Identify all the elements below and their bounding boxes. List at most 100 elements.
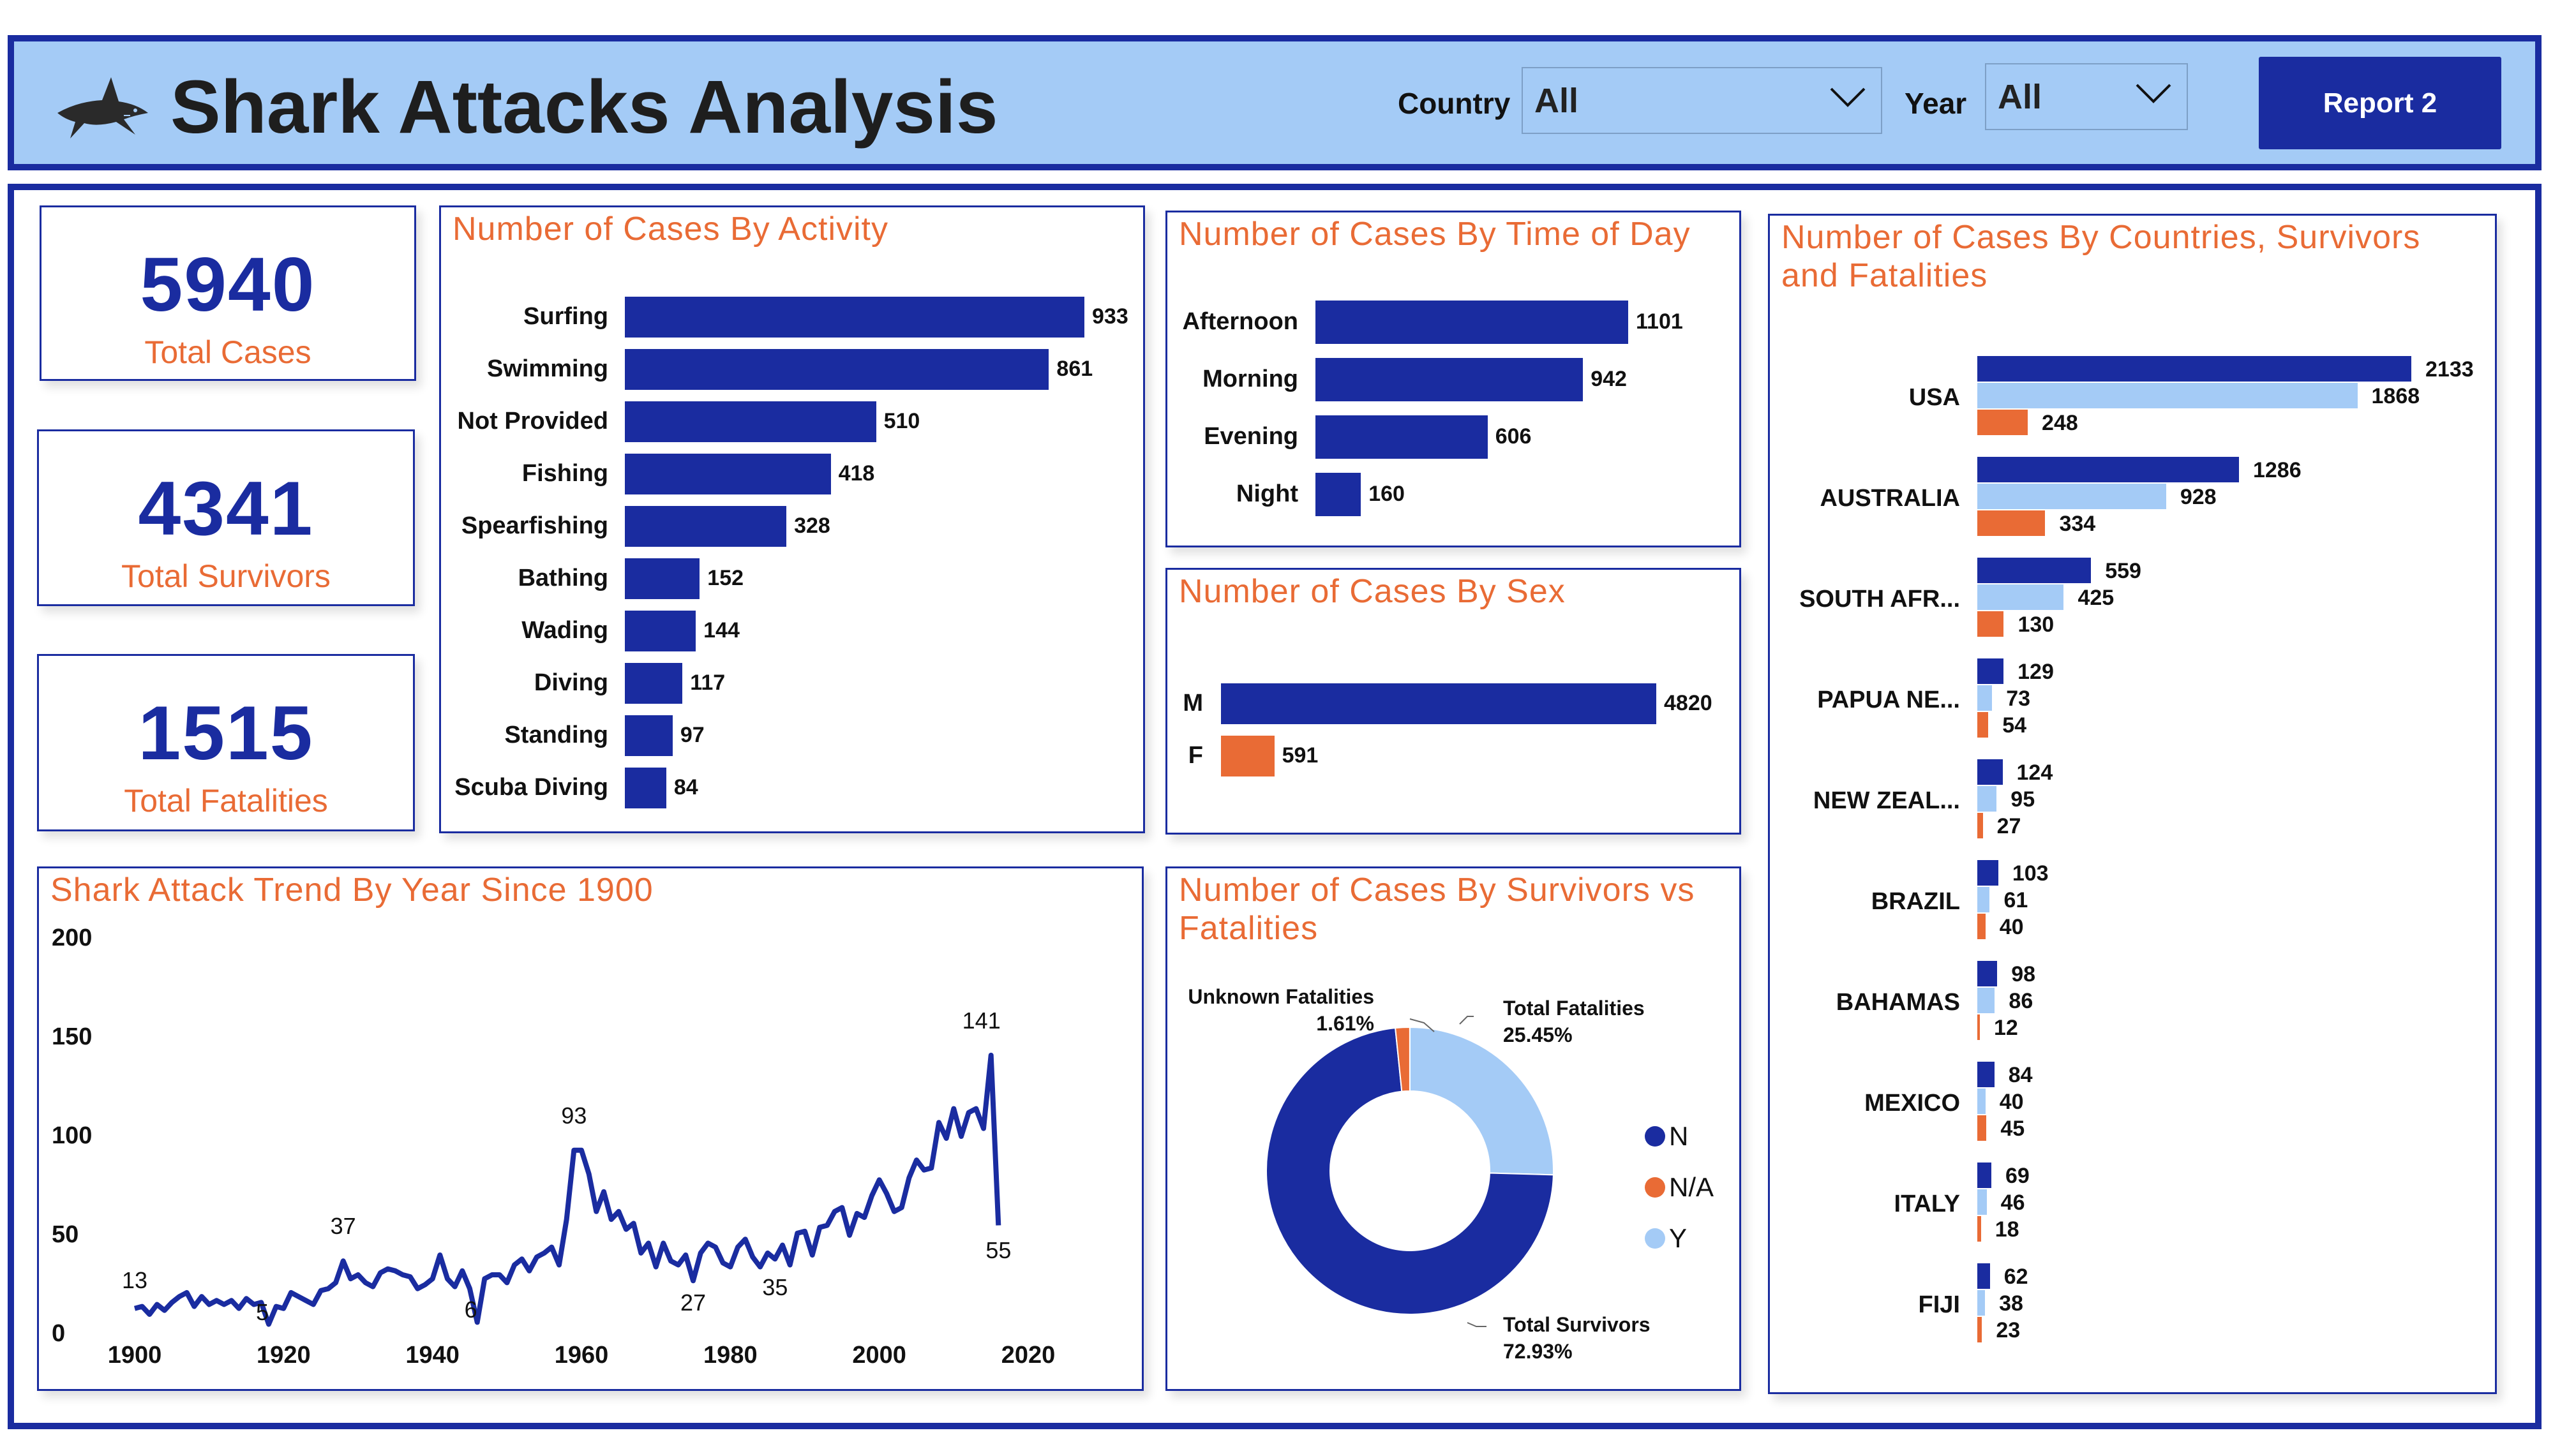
category-label: Evening [1204,423,1298,450]
data-label: 933 [1092,304,1128,329]
legend-item: N [1645,1121,1688,1152]
bar [1977,1014,1980,1040]
leader-line [1467,1322,1486,1327]
bar [1977,383,2358,408]
bar [1977,786,1997,812]
data-label: 861 [1056,357,1093,381]
bar [625,611,696,651]
slice-percent: 1.61% [1316,1012,1374,1035]
bar [1977,914,1986,939]
series-line [133,1052,1001,1327]
data-label: 40 [1999,1090,2024,1114]
kpi-value: 1515 [138,690,314,776]
data-label: 152 [707,566,744,590]
year-dropdown[interactable]: All [1985,63,2188,130]
slice-label: Unknown Fatalities 1.61% [1176,983,1374,1037]
data-label: 160 [1368,482,1405,506]
category-label: Bathing [518,565,608,591]
bar [1315,301,1628,344]
header-bar: Shark Attacks Analysis Country All Year … [8,35,2542,170]
data-label: 73 [2006,687,2031,711]
category-label: Surfing [523,303,608,330]
slice-label: Total Fatalities 25.45% [1503,995,1645,1048]
country-label: SOUTH AFR... [1799,586,1960,613]
data-label: 2133 [2425,357,2474,382]
bar [1977,410,2028,435]
country-label: AUSTRALIA [1820,485,1960,512]
slice-percent: 25.45% [1503,1023,1573,1046]
bar [1977,1216,1981,1242]
bar [625,558,700,599]
kpi-total-fatalities: 1515 Total Fatalities [37,654,415,831]
sex-chart-panel: Number of Cases By Sex M 4820 F 591 [1165,568,1741,835]
data-label: 98 [2011,962,2036,986]
country-label: BRAZIL [1871,888,1960,915]
report-2-button[interactable]: Report 2 [2259,57,2501,149]
donut-slice [1409,1026,1554,1176]
y-tick-label: 50 [52,1221,79,1248]
data-label: 18 [1995,1217,2019,1242]
country-label: PAPUA NE... [1817,687,1960,713]
year-filter-label: Year [1905,87,1967,120]
trend-line-chart [133,1052,1001,1327]
country-dropdown[interactable]: All [1522,67,1882,134]
bar [1315,358,1583,401]
bar [1315,415,1488,459]
bar [1977,813,1983,838]
category-label: Night [1236,480,1298,507]
category-label: Scuba Diving [454,774,608,801]
point-label: 5 [256,1298,269,1325]
chevron-down-icon [2136,84,2171,103]
bar [625,297,1084,338]
category-label: M [1183,690,1203,717]
kpi-label: Total Cases [144,334,311,370]
data-label: 510 [883,409,920,433]
data-label: 591 [1282,743,1319,768]
chart-title: Number of Cases By Time of Day [1179,216,1691,253]
data-label: 69 [2005,1164,2030,1188]
y-tick-label: 150 [52,1023,93,1050]
point-label: 27 [680,1289,707,1316]
data-label: 248 [2042,411,2078,435]
data-label: 45 [2000,1117,2025,1141]
bar [1977,1088,1986,1114]
legend-label: N [1669,1121,1689,1151]
legend-label: N/A [1669,1172,1714,1202]
country-label: FIJI [1918,1291,1960,1318]
data-label: 117 [690,671,726,695]
legend-dot [1645,1228,1665,1249]
bar [1315,473,1361,516]
bar [625,768,666,808]
data-label: 95 [2010,787,2035,812]
bar [1977,611,2004,637]
country-label: USA [1908,384,1960,411]
bar [1977,988,1995,1013]
data-label: 559 [2105,559,2141,583]
category-label: Wading [521,617,608,644]
x-tick-label: 1940 [405,1342,460,1369]
data-label: 84 [2008,1063,2033,1087]
bar [625,506,787,547]
survivors-vs-fatalities-panel: Number of Cases By Survivors vs Fataliti… [1165,866,1741,1391]
slice-percent: 72.93% [1503,1340,1573,1363]
bar [1977,1290,1986,1316]
data-label: 418 [838,461,875,486]
category-label: F [1188,742,1203,769]
bar [1977,1115,1987,1141]
data-label: 12 [1994,1016,2018,1040]
bar [1977,584,2064,610]
bar [1977,457,2239,482]
bar [1977,1062,1995,1087]
bar [1977,1317,1982,1342]
kpi-label: Total Survivors [121,558,331,594]
data-label: 1868 [2371,384,2420,408]
y-tick-label: 100 [52,1122,93,1149]
slice-name: Total Fatalities [1503,997,1645,1020]
chevron-down-icon [1830,87,1866,107]
legend-item: Y [1645,1223,1687,1254]
shark-icon [52,68,154,151]
data-label: 62 [2003,1265,2028,1289]
data-label: 1101 [1636,309,1683,334]
bar [1977,510,2046,536]
x-tick-label: 1900 [107,1342,162,1369]
